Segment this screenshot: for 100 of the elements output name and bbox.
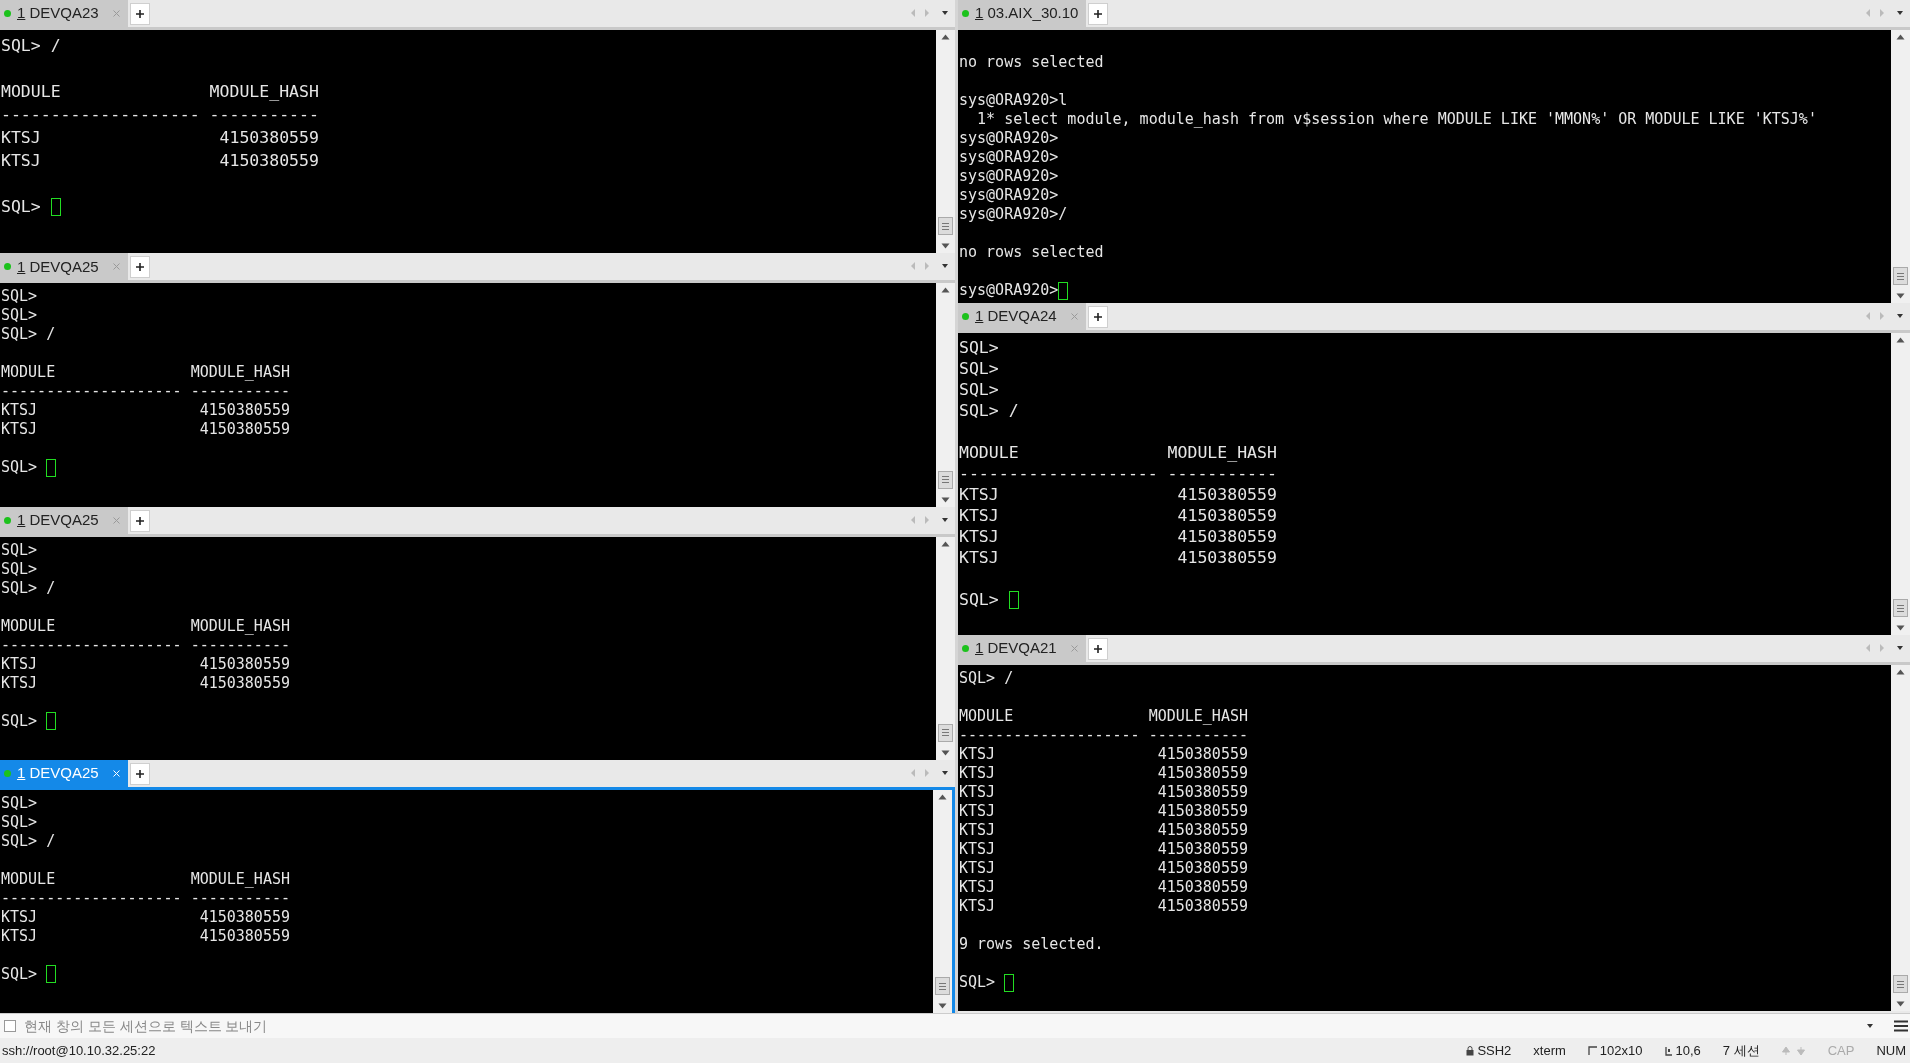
- terminal-line: KTSJ 4150380559: [1, 926, 290, 946]
- scroll-thumb[interactable]: [938, 217, 953, 236]
- plus-icon: [1093, 312, 1103, 322]
- scroll-thumb[interactable]: [935, 977, 950, 995]
- dropdown-icon[interactable]: [941, 516, 949, 523]
- new-tab-button[interactable]: [130, 762, 150, 785]
- terminal-line: KTSJ 4150380559: [1, 420, 290, 440]
- terminal-line: MODULE MODULE_HASH: [1, 81, 319, 103]
- terminal-line: KTSJ 4150380559: [1, 150, 319, 172]
- terminal-line: KTSJ 4150380559: [1, 654, 290, 674]
- scroll-down-icon[interactable]: [1896, 293, 1905, 299]
- terminal-prompt: SQL>: [959, 589, 1000, 610]
- dropdown-icon[interactable]: [1896, 645, 1904, 651]
- terminal-line: KTSJ 4150380559: [1, 401, 290, 421]
- menu-icon[interactable]: [1894, 1020, 1908, 1032]
- terminal-line: SQL>: [1, 559, 38, 579]
- scrollbar[interactable]: [936, 283, 955, 507]
- text-cursor: [1004, 973, 1015, 992]
- terminal-line: KTSJ 4150380559: [959, 878, 1248, 897]
- text-cursor: [50, 197, 61, 216]
- terminal-line: KTSJ 4150380559: [959, 764, 1248, 783]
- terminal-line: SQL> /: [1, 831, 56, 851]
- terminal-line: 1* select module, module_hash from v$session where MODULE LIKE 'MMON%' OR MODULE LIKE 'KTSJ%': [976, 110, 1817, 129]
- terminal-prompt: SQL>: [1, 196, 42, 218]
- terminal-line: -------------------- -----------: [1, 888, 290, 908]
- cursor-position-icon: [1664, 1045, 1673, 1056]
- scroll-thumb[interactable]: [1893, 267, 1908, 285]
- new-tab-button[interactable]: [130, 256, 150, 279]
- scroll-up-icon[interactable]: [941, 540, 950, 547]
- terminal-line: sys@ORA920>: [959, 167, 1059, 186]
- terminal-prompt: SQL>: [959, 973, 997, 992]
- terminal-line: KTSJ 4150380559: [959, 802, 1248, 821]
- scroll-up-icon[interactable]: [1896, 669, 1905, 675]
- plus-icon: [135, 262, 145, 273]
- session-tab[interactable]: 1 03.AIX_30.10: [958, 0, 1086, 27]
- new-tab-button[interactable]: [130, 3, 150, 25]
- scrollbar[interactable]: [1891, 665, 1910, 1011]
- session-tab[interactable]: 1 DEVQA21: [958, 635, 1086, 662]
- terminal-line: SQL> /: [1, 35, 61, 57]
- scroll-down-icon[interactable]: [1896, 625, 1905, 631]
- scroll-up-icon[interactable]: [938, 793, 947, 800]
- session-tab[interactable]: 1 DEVQA24: [958, 303, 1086, 330]
- new-tab-button[interactable]: [1088, 638, 1108, 660]
- dropdown-icon[interactable]: [941, 10, 949, 16]
- send-all-checkbox[interactable]: [4, 1020, 16, 1032]
- text-cursor: [1008, 590, 1019, 609]
- dropdown-icon[interactable]: [1896, 313, 1904, 319]
- dropdown-icon[interactable]: [1896, 10, 1904, 16]
- tab-label: 1 DEVQA24: [975, 306, 1058, 327]
- scrollbar[interactable]: [933, 789, 952, 1013]
- dropdown-icon[interactable]: [941, 769, 949, 776]
- scroll-up-icon[interactable]: [1896, 337, 1905, 343]
- scroll-up-icon[interactable]: [941, 287, 950, 294]
- scroll-down-icon[interactable]: [941, 749, 950, 756]
- terminal-line: MODULE MODULE_HASH: [1, 363, 290, 383]
- session-tab[interactable]: 1 DEVQA23: [0, 0, 128, 27]
- text-cursor: [1058, 281, 1069, 300]
- scroll-up-icon[interactable]: [1896, 34, 1905, 40]
- new-tab-button[interactable]: [1088, 306, 1108, 328]
- new-tab-button[interactable]: [130, 509, 150, 532]
- terminal-line: KTSJ 4150380559: [959, 821, 1248, 840]
- plus-icon: [135, 9, 145, 19]
- scroll-thumb[interactable]: [1893, 599, 1908, 617]
- text-cursor: [46, 965, 57, 984]
- session-tab[interactable]: 1 DEVQA25: [0, 506, 128, 534]
- scroll-down-icon[interactable]: [941, 496, 950, 503]
- scrollbar[interactable]: [936, 30, 955, 254]
- scroll-down-icon[interactable]: [941, 243, 950, 250]
- scroll-thumb[interactable]: [938, 723, 953, 742]
- terminal-line: KTSJ 4150380559: [959, 547, 1277, 568]
- scroll-down-icon[interactable]: [1896, 1001, 1905, 1007]
- terminal-prompt: sys@ORA920>: [959, 281, 1059, 300]
- terminal-line: MODULE MODULE_HASH: [1, 869, 290, 889]
- terminal-line: -------------------- -----------: [1, 635, 290, 655]
- dropdown-icon[interactable]: [941, 263, 949, 270]
- terminal-line: SQL>: [959, 358, 999, 379]
- text-cursor: [46, 458, 57, 477]
- terminal-line: -------------------- -----------: [959, 463, 1277, 484]
- terminal-line: sys@ORA920>: [959, 129, 1059, 148]
- scroll-up-icon[interactable]: [941, 34, 950, 40]
- terminal-line: no rows selected: [959, 53, 1104, 72]
- dropdown-icon[interactable]: [1866, 1023, 1874, 1029]
- session-tab[interactable]: 1 DEVQA25: [0, 253, 128, 281]
- terminal-line: KTSJ 4150380559: [1, 907, 290, 927]
- session-tab[interactable]: 1 DEVQA25: [0, 759, 128, 787]
- new-tab-button[interactable]: [1088, 3, 1108, 25]
- scrollbar[interactable]: [1891, 333, 1910, 635]
- plus-icon: [1093, 644, 1103, 654]
- tab-label: 1 DEVQA21: [975, 638, 1058, 659]
- terminal-line: KTSJ 4150380559: [959, 897, 1248, 916]
- scroll-thumb[interactable]: [1893, 975, 1908, 993]
- scroll-thumb[interactable]: [938, 470, 953, 489]
- scrollbar[interactable]: [936, 536, 955, 760]
- terminal-line: -------------------- -----------: [1, 382, 290, 402]
- key-indicator: CAP: [1827, 1041, 1855, 1060]
- scroll-down-icon[interactable]: [938, 1003, 947, 1009]
- scrollbar[interactable]: [1891, 30, 1910, 303]
- terminal-line: KTSJ 4150380559: [959, 505, 1277, 526]
- terminal-line: SQL>: [1, 793, 38, 813]
- status-text: SSH2: [1477, 1041, 1512, 1060]
